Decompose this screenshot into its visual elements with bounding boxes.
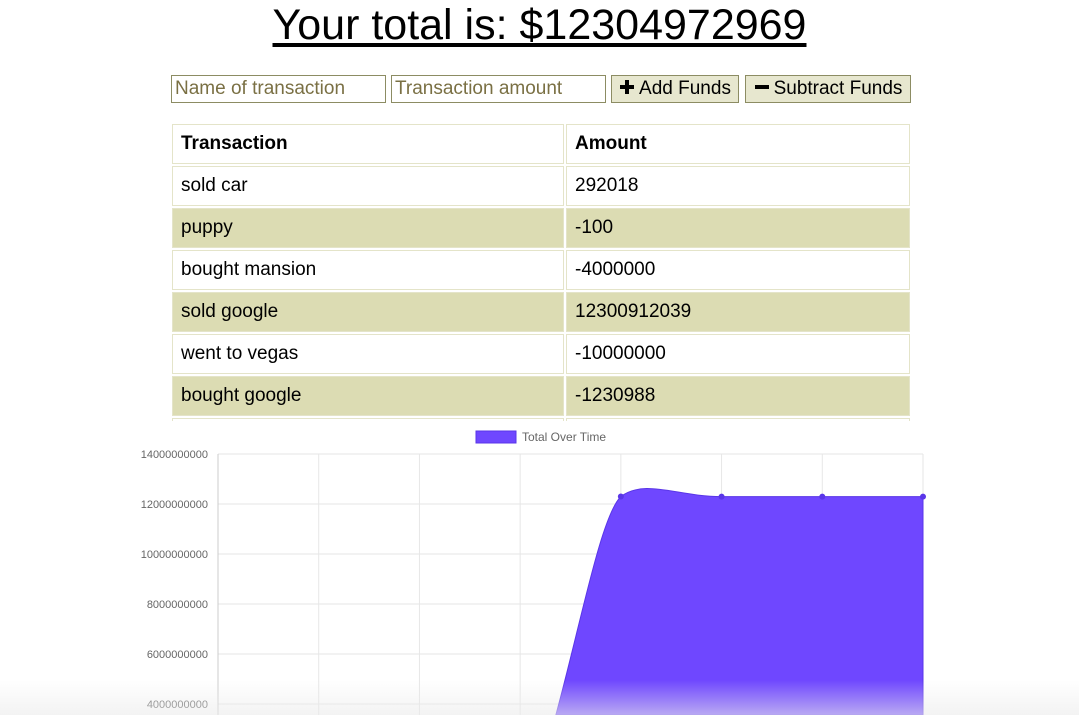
transaction-cell: went to vegas <box>172 334 564 374</box>
amount-cell <box>566 418 910 421</box>
amount-cell: -1230988 <box>566 376 910 416</box>
y-tick-label: 6000000000 <box>147 649 208 661</box>
amount-cell: 292018 <box>566 166 910 206</box>
total-heading: Your total is: $12304972969 <box>272 1 807 49</box>
subtract-funds-label: Subtract Funds <box>773 78 903 99</box>
y-tick-label: 4000000000 <box>147 699 208 711</box>
plus-icon <box>620 80 635 94</box>
table-row: sold car 292018 <box>172 166 910 206</box>
amount-cell: -10000000 <box>566 334 910 374</box>
transactions-table-container[interactable]: Transaction Amount sold car 292018 puppy… <box>170 122 912 421</box>
table-header-row: Transaction Amount <box>172 124 910 164</box>
transaction-cell: puppy <box>172 208 564 248</box>
y-tick-label: 14000000000 <box>141 449 208 461</box>
table-row: bought mansion -4000000 <box>172 250 910 290</box>
header-amount: Amount <box>566 124 910 164</box>
y-tick-label: 8000000000 <box>147 599 208 611</box>
area-series-total-over-time <box>555 488 924 715</box>
legend-swatch <box>475 430 517 444</box>
amount-cell: -4000000 <box>566 250 910 290</box>
legend-label: Total Over Time <box>522 430 606 444</box>
table-row: puppy -100 <box>172 208 910 248</box>
table-row: bought google -1230988 <box>172 376 910 416</box>
total-over-time-chart: 14000000000 12000000000 10000000000 8000000… <box>141 430 926 715</box>
transaction-amount-input[interactable] <box>391 75 606 103</box>
transaction-name-input[interactable] <box>171 75 386 103</box>
table-row: went to vegas -10000000 <box>172 334 910 374</box>
subtract-funds-button[interactable]: Subtract Funds <box>745 75 911 103</box>
minus-icon <box>754 85 769 89</box>
transaction-cell: sold google <box>172 292 564 332</box>
amount-cell: 12300912039 <box>566 292 910 332</box>
amount-cell: -100 <box>566 208 910 248</box>
table-row: sold google 12300912039 <box>172 292 910 332</box>
add-funds-label: Add Funds <box>639 78 731 99</box>
transaction-cell <box>172 418 564 421</box>
data-point <box>819 493 826 500</box>
transaction-cell: bought mansion <box>172 250 564 290</box>
data-point <box>617 493 624 500</box>
transaction-cell: bought google <box>172 376 564 416</box>
table-row <box>172 418 910 421</box>
header-transaction: Transaction <box>172 124 564 164</box>
add-funds-button[interactable]: Add Funds <box>611 75 739 103</box>
data-point <box>920 493 926 500</box>
transaction-cell: sold car <box>172 166 564 206</box>
data-point <box>718 493 725 500</box>
y-tick-label: 12000000000 <box>141 499 208 511</box>
y-tick-label: 10000000000 <box>141 549 208 561</box>
transactions-table: Transaction Amount sold car 292018 puppy… <box>170 122 912 421</box>
